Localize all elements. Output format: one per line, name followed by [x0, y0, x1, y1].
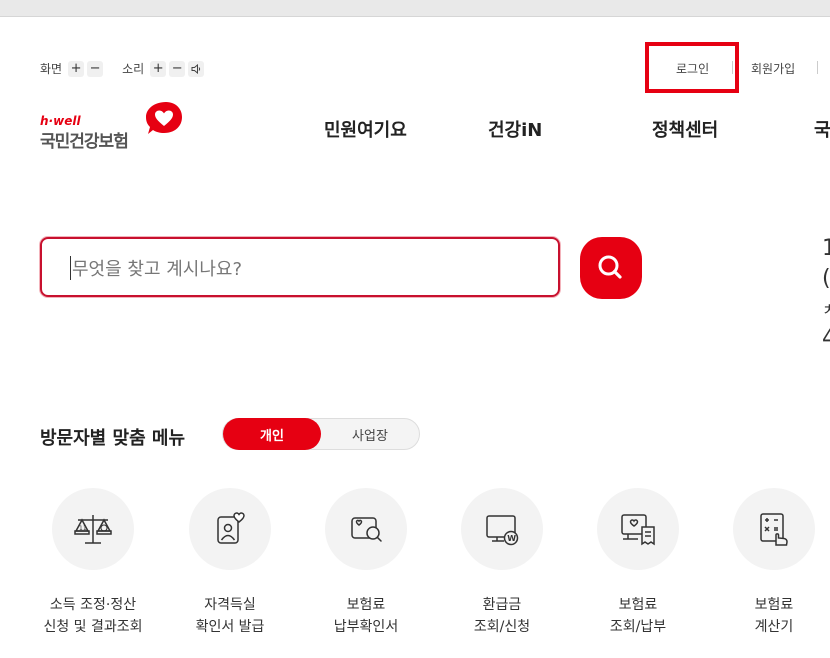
zoom-out-button[interactable]: −: [87, 60, 104, 77]
sound-label: 소리: [122, 62, 145, 76]
service-premium-inquiry[interactable]: 보험료 조회/납부: [573, 488, 703, 638]
edge-text: (: [822, 266, 830, 291]
service-label-line2: 조회/신청: [473, 619, 531, 635]
service-icon-circle: 11: [52, 488, 134, 570]
calculator-hand-icon: [760, 513, 788, 546]
utility-controls: 화면 + − 소리 + −: [40, 60, 207, 77]
service-qualification-certificate[interactable]: 자격득실 확인서 발급: [165, 488, 295, 638]
edge-text: ㅊ: [822, 300, 830, 319]
svg-text:11: 11: [79, 525, 87, 532]
search-box: [40, 237, 560, 297]
nav-more[interactable]: 국: [814, 116, 830, 142]
service-payment-certificate[interactable]: 보험료 납부확인서: [301, 488, 431, 638]
person-heart-icon: [217, 512, 245, 544]
scale-icon: 11: [74, 515, 112, 544]
nav-health-in[interactable]: 건강iN: [488, 116, 542, 142]
search-button[interactable]: [580, 237, 642, 299]
edge-text: 4: [822, 326, 830, 351]
site-logo[interactable]: h·well 국민건강보험: [40, 100, 190, 152]
service-premium-calculator[interactable]: 보험료 계산기: [709, 488, 830, 638]
service-label-line2: 조회/납부: [609, 619, 667, 635]
computer-receipt-icon: [621, 514, 655, 546]
nav-civil-service[interactable]: 민원여기요: [324, 116, 407, 142]
document-search-icon: [351, 517, 382, 542]
service-label-line1: 보험료: [618, 597, 658, 613]
service-icon-circle: [733, 488, 815, 570]
service-icon-circle: [189, 488, 271, 570]
service-label-line1: 보험료: [754, 597, 794, 613]
tab-business[interactable]: 사업장: [321, 418, 419, 450]
service-icon-circle: W: [461, 488, 543, 570]
service-label-line2: 계산기: [754, 619, 794, 635]
service-icon-circle: [597, 488, 679, 570]
text-cursor: [70, 256, 71, 280]
service-refund[interactable]: W 환급금 조회/신청: [437, 488, 567, 638]
speaker-icon[interactable]: [188, 60, 205, 77]
divider: [817, 61, 818, 74]
nav-policy-center[interactable]: 정책센터: [652, 116, 718, 142]
service-income-adjustment[interactable]: 11 소득 조정·정산 신청 및 결과조회: [28, 488, 158, 638]
service-label-line1: 자격득실: [204, 597, 256, 613]
volume-up-button[interactable]: +: [150, 60, 167, 77]
service-label-line2: 신청 및 결과조회: [43, 619, 143, 635]
browser-top-bar: [0, 0, 830, 17]
visitor-type-toggle: 개인 사업장: [222, 418, 420, 450]
service-label-line2: 확인서 발급: [195, 619, 265, 635]
zoom-in-button[interactable]: +: [68, 60, 85, 77]
volume-down-button[interactable]: −: [169, 60, 186, 77]
screen-size-label: 화면: [40, 62, 63, 76]
visitor-menu-title: 방문자별 맞춤 메뉴: [40, 428, 186, 449]
heart-logo-icon: [146, 102, 182, 134]
search-icon: [598, 255, 622, 279]
logo-korean-text: 국민건강보험: [40, 132, 129, 152]
signup-link[interactable]: 회원가입: [751, 60, 795, 77]
service-label-line1: 소득 조정·정산: [49, 597, 137, 613]
service-label-line1: 보험료: [346, 597, 386, 613]
svg-text:W: W: [507, 534, 516, 543]
edge-text: 1: [822, 236, 830, 261]
login-link[interactable]: 로그인: [676, 60, 709, 77]
monitor-won-icon: W: [486, 515, 519, 546]
tab-personal[interactable]: 개인: [223, 418, 321, 450]
divider: [732, 61, 733, 74]
service-icon-circle: [325, 488, 407, 570]
service-label-line2: 납부확인서: [333, 619, 399, 635]
search-input[interactable]: [70, 255, 534, 283]
service-label-line1: 환급금: [482, 597, 522, 613]
logo-english-text: h·well: [40, 114, 81, 128]
